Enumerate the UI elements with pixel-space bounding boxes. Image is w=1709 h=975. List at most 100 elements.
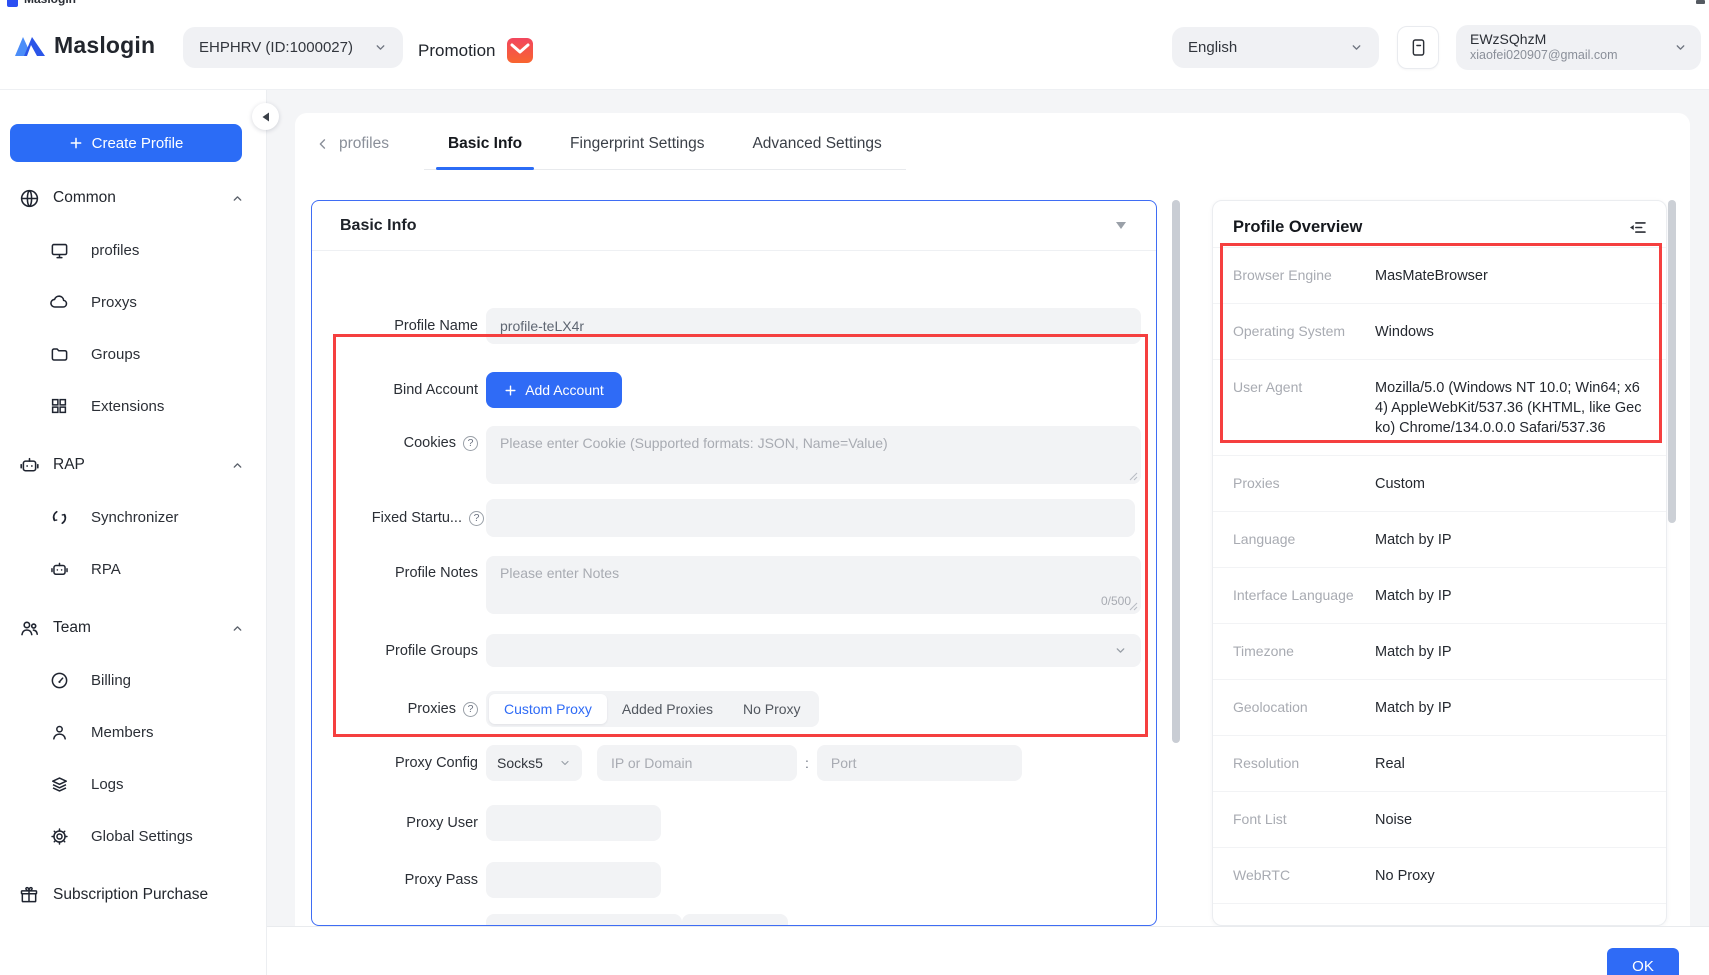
- profile-groups-label: Profile Groups: [348, 643, 478, 659]
- tab-bar: Basic Info Fingerprint Settings Advanced…: [424, 130, 906, 170]
- folder-icon: [48, 345, 70, 364]
- chevron-up-icon: [231, 459, 244, 472]
- sidebar-item-synchronizer[interactable]: Synchronizer: [0, 491, 266, 543]
- sidebar-section-rap[interactable]: RAP: [0, 439, 266, 491]
- proxy-option-none[interactable]: No Proxy: [728, 694, 816, 724]
- help-icon[interactable]: ?: [469, 511, 484, 526]
- collapse-panel-icon[interactable]: [1629, 220, 1646, 235]
- overview-value: Match by IP: [1375, 586, 1646, 606]
- sidebar-collapse-button[interactable]: [252, 103, 279, 130]
- robot-icon: [48, 560, 70, 579]
- overview-row-language: Language Match by IP: [1213, 512, 1666, 568]
- sidebar-item-extensions[interactable]: Extensions: [0, 380, 266, 432]
- sidebar-item-subscription-purchase[interactable]: Subscription Purchase: [0, 869, 266, 921]
- chevron-down-icon: [1674, 41, 1687, 54]
- sidebar-item-profiles[interactable]: profiles: [0, 224, 266, 276]
- overview-row-proxies: Proxies Custom: [1213, 456, 1666, 512]
- collapse-caret-icon[interactable]: [1116, 222, 1126, 229]
- resize-handle-icon[interactable]: [1129, 602, 1138, 611]
- tab-basic-info[interactable]: Basic Info: [424, 130, 546, 169]
- tab-fingerprint-settings[interactable]: Fingerprint Settings: [546, 130, 728, 169]
- overview-row-operating-system: Operating System Windows: [1213, 304, 1666, 360]
- cookies-label-text: Cookies: [404, 435, 456, 451]
- proxy-user-label: Proxy User: [348, 815, 478, 831]
- sidebar-item-members[interactable]: Members: [0, 706, 266, 758]
- grid-icon: [48, 397, 70, 415]
- language-selector[interactable]: English: [1172, 27, 1379, 68]
- add-account-label: Add Account: [525, 382, 604, 398]
- fixed-startup-label: Fixed Startu... ?: [348, 510, 484, 526]
- sync-icon: [48, 508, 70, 527]
- document-icon: [1409, 37, 1428, 58]
- notes-button[interactable]: [1397, 26, 1439, 69]
- cookies-textarea-wrap: [486, 426, 1141, 484]
- profile-overview-panel: Profile Overview Browser Engine MasMateB…: [1212, 200, 1667, 926]
- window-title: Maslogin: [24, 0, 76, 6]
- overview-value: Match by IP: [1375, 530, 1646, 550]
- sidebar-item-label: Logs: [91, 776, 124, 793]
- sidebar-item-groups[interactable]: Groups: [0, 328, 266, 380]
- inner-scrollbar[interactable]: [1172, 200, 1180, 743]
- resize-handle-icon[interactable]: [1129, 472, 1138, 481]
- proxy-ip-input[interactable]: [597, 745, 797, 781]
- gift-icon: [18, 885, 40, 905]
- ok-button[interactable]: OK: [1607, 948, 1679, 975]
- account-menu[interactable]: EWzSQhzM xiaofei020907@gmail.com: [1456, 25, 1701, 70]
- sidebar-item-logs[interactable]: Logs: [0, 758, 266, 810]
- globe-icon: [18, 188, 40, 209]
- profile-name-row: Profile Name: [348, 308, 1156, 344]
- sidebar-item-global-settings[interactable]: Global Settings: [0, 810, 266, 862]
- cookies-row: Cookies ?: [348, 426, 1156, 484]
- tab-advanced-settings[interactable]: Advanced Settings: [728, 130, 905, 169]
- overview-row-browser-engine: Browser Engine MasMateBrowser: [1213, 248, 1666, 304]
- help-icon[interactable]: ?: [463, 436, 478, 451]
- overview-label: Font List: [1233, 810, 1375, 830]
- page-header: profiles Basic Info Fingerprint Settings…: [316, 130, 906, 170]
- language-value: English: [1188, 39, 1237, 56]
- proxies-segmented-control: Custom Proxy Added Proxies No Proxy: [486, 691, 819, 727]
- cookies-textarea[interactable]: [486, 426, 1141, 484]
- page-scrollbar[interactable]: [1668, 200, 1676, 523]
- create-profile-button[interactable]: Create Profile: [10, 124, 242, 162]
- sidebar-item-rpa[interactable]: RPA: [0, 543, 266, 595]
- sidebar-item-label: Members: [91, 724, 154, 741]
- overview-value: Match by IP: [1375, 642, 1646, 662]
- panel-title: Basic Info: [340, 217, 416, 235]
- overview-value: Noise: [1375, 810, 1646, 830]
- overview-label: Interface Language: [1233, 586, 1375, 606]
- app-window: Maslogin Maslogin EHPHRV (ID:1000027) Pr…: [0, 0, 1709, 975]
- cutoff-row: [348, 914, 1156, 926]
- overview-label: Resolution: [1233, 754, 1375, 774]
- proxy-protocol-value: Socks5: [497, 755, 543, 771]
- robot-icon: [18, 455, 40, 476]
- promotion-link[interactable]: Promotion: [418, 38, 533, 63]
- sidebar-item-proxys[interactable]: Proxys: [0, 276, 266, 328]
- proxy-user-input[interactable]: [486, 805, 661, 841]
- sidebar-item-billing[interactable]: Billing: [0, 654, 266, 706]
- add-account-button[interactable]: Add Account: [486, 372, 622, 408]
- overview-value: Match by IP: [1375, 698, 1646, 718]
- basic-info-panel-header[interactable]: Basic Info: [312, 201, 1156, 251]
- profile-name-input[interactable]: [486, 308, 1141, 344]
- profile-groups-select[interactable]: [486, 634, 1141, 667]
- cutoff-control: [682, 914, 788, 926]
- proxy-port-input[interactable]: [817, 745, 1022, 781]
- overview-row-font-list: Font List Noise: [1213, 792, 1666, 848]
- proxy-option-custom[interactable]: Custom Proxy: [489, 694, 607, 724]
- proxy-option-added[interactable]: Added Proxies: [607, 694, 728, 724]
- fixed-startup-input[interactable]: [486, 499, 1135, 537]
- proxy-pass-input[interactable]: [486, 862, 661, 898]
- sidebar-item-label: Billing: [91, 672, 131, 689]
- sidebar-section-team[interactable]: Team: [0, 602, 266, 654]
- proxies-label-text: Proxies: [408, 701, 456, 717]
- promotion-label: Promotion: [418, 41, 495, 61]
- notes-char-counter: 0/500: [1101, 594, 1131, 608]
- app-logo-mini: [7, 0, 18, 7]
- sidebar-section-common[interactable]: Common: [0, 172, 266, 224]
- overview-value: Windows: [1375, 322, 1646, 342]
- profile-notes-textarea[interactable]: [486, 556, 1141, 614]
- help-icon[interactable]: ?: [463, 702, 478, 717]
- proxy-protocol-select[interactable]: Socks5: [486, 745, 582, 781]
- breadcrumb-back[interactable]: profiles: [316, 130, 389, 153]
- workspace-selector[interactable]: EHPHRV (ID:1000027): [183, 27, 403, 68]
